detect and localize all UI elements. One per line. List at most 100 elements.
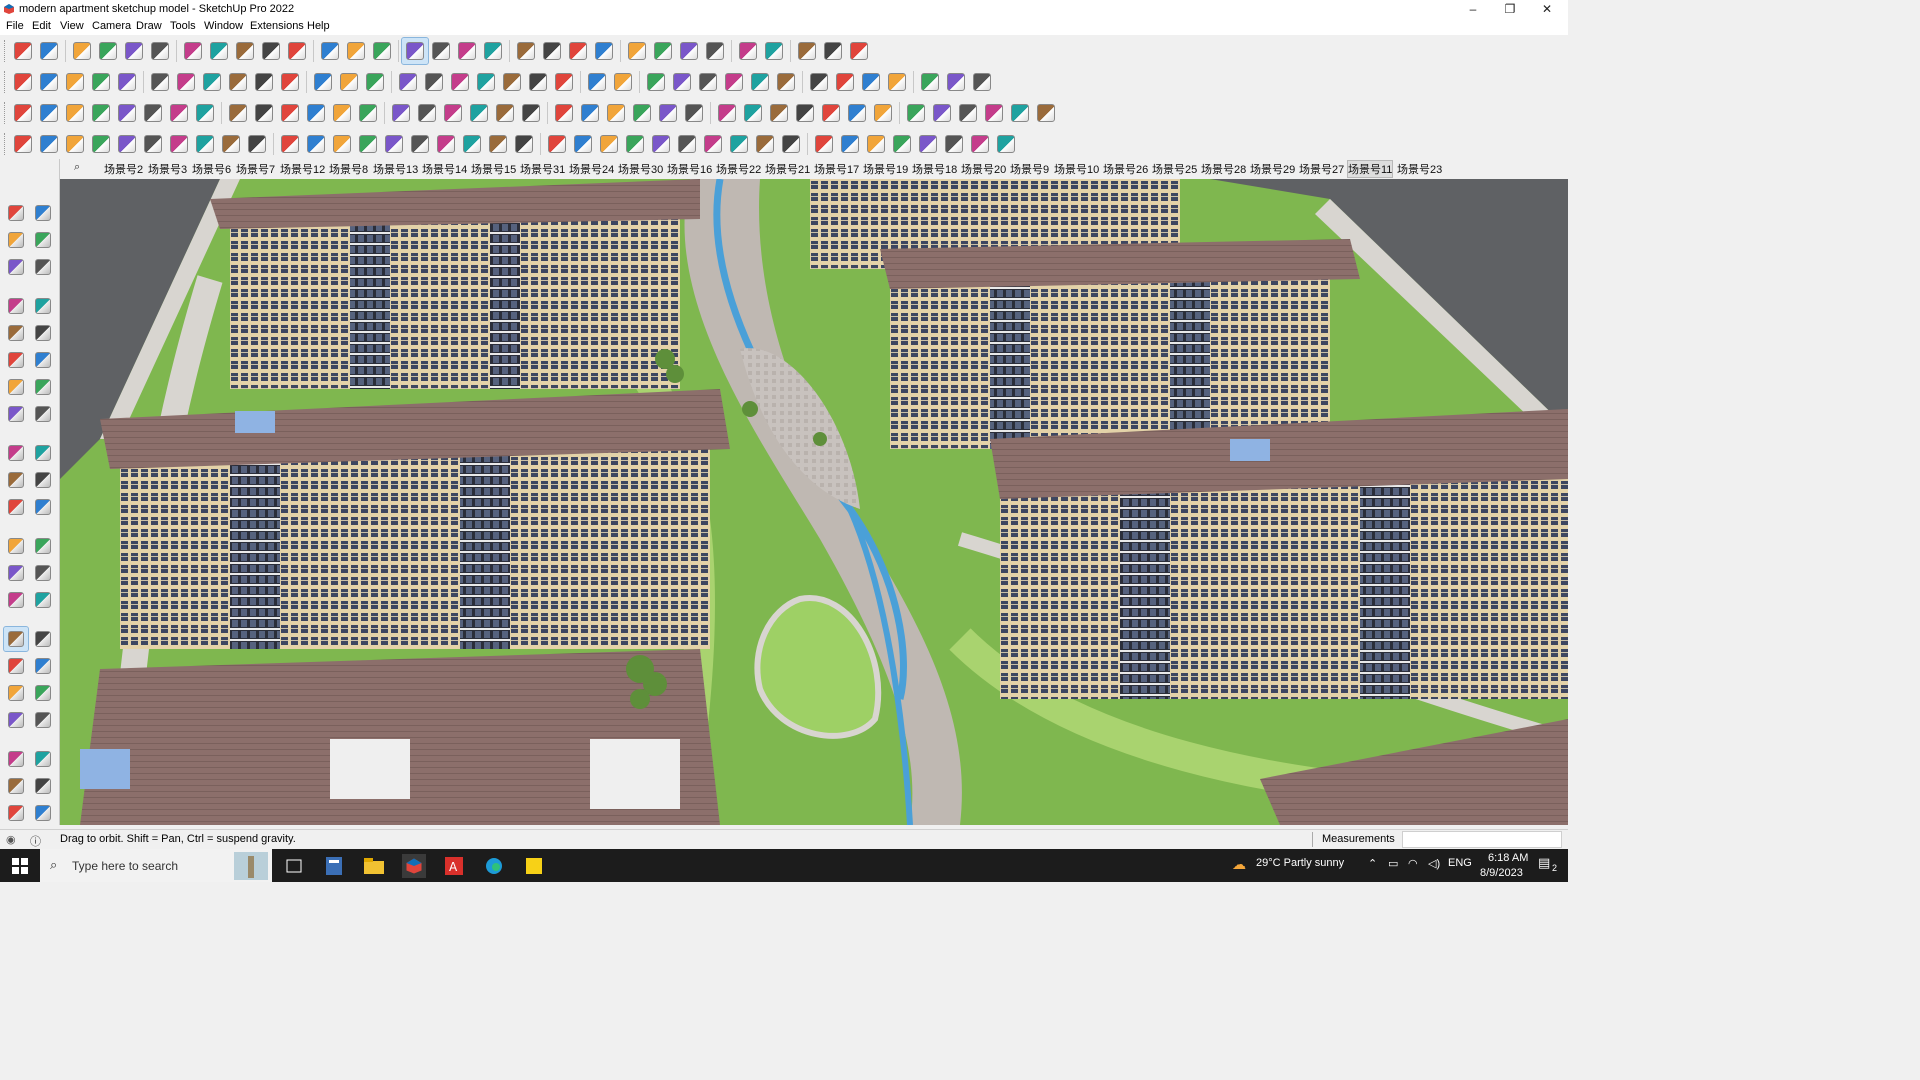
stop-button[interactable] bbox=[251, 100, 277, 126]
tile-ag-button[interactable] bbox=[863, 131, 889, 157]
sandbox-button[interactable] bbox=[702, 38, 728, 64]
scene-tab[interactable]: 场景号2 bbox=[104, 161, 143, 177]
section-plane-button[interactable] bbox=[31, 747, 55, 771]
warn-button[interactable] bbox=[518, 100, 544, 126]
scene-tab[interactable]: 场景号27 bbox=[1299, 161, 1344, 177]
arc-rotate-button[interactable] bbox=[225, 100, 251, 126]
taskbar-search-input[interactable]: ⌕ Type here to search bbox=[40, 849, 272, 882]
tile-z-button[interactable] bbox=[674, 131, 700, 157]
clock-time[interactable]: 6:18 AM bbox=[1488, 852, 1528, 864]
weather-icon[interactable]: ☁ bbox=[1232, 856, 1246, 873]
protractor-tool-button[interactable] bbox=[4, 561, 28, 585]
redo-button[interactable] bbox=[820, 38, 846, 64]
tape-tool-button[interactable] bbox=[31, 255, 55, 279]
toolbar-grip[interactable] bbox=[4, 101, 7, 124]
tile-u-button[interactable] bbox=[544, 131, 570, 157]
solid-button[interactable] bbox=[761, 38, 787, 64]
tile-s-button[interactable] bbox=[485, 131, 511, 157]
tri-button[interactable] bbox=[492, 100, 518, 126]
scene-tab[interactable]: 场景号10 bbox=[1054, 161, 1099, 177]
align-button[interactable] bbox=[844, 100, 870, 126]
language-indicator[interactable]: ENG bbox=[1448, 857, 1472, 869]
tape-button[interactable] bbox=[317, 38, 343, 64]
scene-tab[interactable]: 场景号18 bbox=[912, 161, 957, 177]
wifi-icon[interactable]: ◠ bbox=[1408, 857, 1418, 870]
tile-e-button[interactable] bbox=[114, 131, 140, 157]
freehand-tool-button[interactable] bbox=[31, 294, 55, 318]
tile-ai-button[interactable] bbox=[915, 131, 941, 157]
bucket-button[interactable] bbox=[655, 100, 681, 126]
window-button[interactable] bbox=[499, 69, 525, 95]
tile-x-button[interactable] bbox=[622, 131, 648, 157]
text-button[interactable] bbox=[343, 38, 369, 64]
network-icon[interactable]: ▭ bbox=[1388, 857, 1398, 870]
undo-button[interactable] bbox=[794, 38, 820, 64]
pushpull-button[interactable] bbox=[180, 38, 206, 64]
scene-tab[interactable]: 场景号15 bbox=[471, 161, 516, 177]
followme-tool-button[interactable] bbox=[31, 468, 55, 492]
bezier-button[interactable] bbox=[806, 69, 832, 95]
extension-button[interactable] bbox=[676, 38, 702, 64]
flat-button[interactable] bbox=[903, 100, 929, 126]
scene-tab[interactable]: 场景号13 bbox=[373, 161, 418, 177]
tile-m-button[interactable] bbox=[329, 131, 355, 157]
select-button[interactable] bbox=[36, 38, 62, 64]
iso-button[interactable] bbox=[10, 69, 36, 95]
tile-h-button[interactable] bbox=[192, 131, 218, 157]
start-icon[interactable] bbox=[8, 854, 32, 878]
refresh-button[interactable] bbox=[681, 100, 707, 126]
circle-tool-button[interactable] bbox=[4, 348, 28, 372]
line-tool-button[interactable] bbox=[4, 294, 28, 318]
curve-edit-button[interactable] bbox=[388, 100, 414, 126]
building-cluster-top-left[interactable] bbox=[210, 179, 700, 389]
section-button[interactable] bbox=[513, 38, 539, 64]
panel-button[interactable] bbox=[1033, 100, 1059, 126]
clock-date[interactable]: 8/9/2023 bbox=[1480, 867, 1523, 879]
paint-match-button[interactable] bbox=[362, 69, 388, 95]
tape2-tool-button[interactable] bbox=[4, 534, 28, 558]
tile-f-button[interactable] bbox=[140, 131, 166, 157]
geo-icon[interactable]: ◉ bbox=[6, 833, 16, 846]
position-camera-button[interactable] bbox=[4, 708, 28, 732]
scale-button[interactable] bbox=[284, 38, 310, 64]
rotate-button[interactable] bbox=[258, 38, 284, 64]
menu-draw[interactable]: Draw bbox=[136, 20, 162, 32]
minimize-button[interactable]: – bbox=[1458, 1, 1488, 17]
sphere-button[interactable] bbox=[88, 100, 114, 126]
move-plus-button[interactable] bbox=[440, 100, 466, 126]
scene-tab[interactable]: 场景号8 bbox=[329, 161, 368, 177]
tile-ab-button[interactable] bbox=[726, 131, 752, 157]
warehouse-button[interactable] bbox=[650, 38, 676, 64]
cross-button[interactable] bbox=[414, 100, 440, 126]
scene-tab[interactable]: 场景号25 bbox=[1152, 161, 1197, 177]
mirror-button[interactable] bbox=[466, 100, 492, 126]
zoom-button[interactable] bbox=[10, 38, 36, 64]
polygon-button[interactable] bbox=[695, 69, 721, 95]
cut-tool-button[interactable] bbox=[981, 100, 1007, 126]
orbit-tool-button[interactable] bbox=[31, 201, 55, 225]
grid-button[interactable] bbox=[277, 100, 303, 126]
edge-icon[interactable] bbox=[482, 854, 506, 878]
leaf2-button[interactable] bbox=[714, 100, 740, 126]
tile-k-button[interactable] bbox=[277, 131, 303, 157]
scene-tab[interactable]: 场景号3 bbox=[148, 161, 187, 177]
scene-tab[interactable]: 场景号28 bbox=[1201, 161, 1246, 177]
look-around-button[interactable] bbox=[31, 708, 55, 732]
3dtext-button[interactable] bbox=[395, 69, 421, 95]
section-display-button[interactable] bbox=[31, 774, 55, 798]
extrude-button[interactable] bbox=[818, 100, 844, 126]
viewport-scene[interactable] bbox=[60, 179, 1568, 825]
task-view-icon[interactable] bbox=[282, 854, 306, 878]
spiral-button[interactable] bbox=[551, 100, 577, 126]
plane-button[interactable] bbox=[192, 100, 218, 126]
paint-button[interactable] bbox=[369, 38, 395, 64]
tile-ak-button[interactable] bbox=[967, 131, 993, 157]
tile-b-button[interactable] bbox=[36, 131, 62, 157]
search-icon[interactable]: ⌕ bbox=[74, 161, 80, 174]
tile-q-button[interactable] bbox=[433, 131, 459, 157]
scene-tab[interactable]: 场景号19 bbox=[863, 161, 908, 177]
toolbar-grip[interactable] bbox=[4, 132, 7, 155]
arc3-tool-button[interactable] bbox=[4, 402, 28, 426]
menu-edit[interactable]: Edit bbox=[32, 20, 51, 32]
orbit-active-button[interactable] bbox=[3, 626, 29, 652]
